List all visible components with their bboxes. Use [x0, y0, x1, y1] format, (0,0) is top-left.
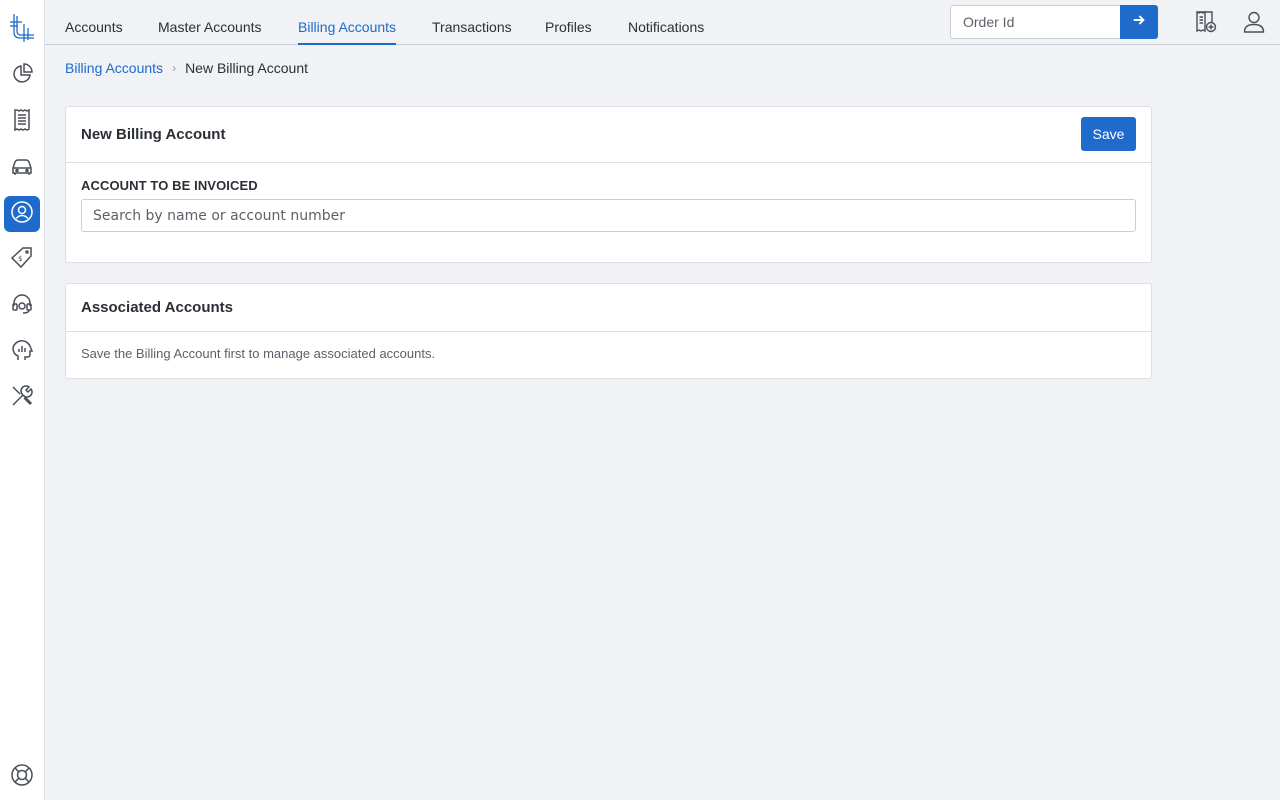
breadcrumb: Billing Accounts › New Billing Account	[65, 59, 308, 77]
sidebar: $	[0, 0, 45, 800]
account-to-be-invoiced-label: ACCOUNT TO BE INVOICED	[81, 178, 258, 193]
associated-accounts-note: Save the Billing Account first to manage…	[81, 346, 436, 361]
breadcrumb-billing-accounts-link[interactable]: Billing Accounts	[65, 60, 163, 76]
car-icon	[10, 154, 34, 183]
account-search-input[interactable]	[81, 199, 1136, 232]
sidebar-item-support[interactable]	[4, 288, 40, 324]
tab-billing-accounts[interactable]: Billing Accounts	[298, 0, 397, 45]
user-circle-icon	[10, 200, 34, 229]
breadcrumb-current: New Billing Account	[185, 60, 309, 76]
top-navigation: Accounts Master Accounts Billing Account…	[45, 0, 1280, 45]
sidebar-item-orders[interactable]	[4, 104, 40, 140]
tab-profiles[interactable]: Profiles	[545, 0, 592, 45]
app-logo-icon[interactable]	[8, 12, 36, 44]
lifebuoy-icon	[10, 763, 34, 792]
new-order-icon[interactable]	[1193, 10, 1217, 34]
tab-accounts[interactable]: Accounts	[65, 0, 123, 45]
save-button[interactable]: Save	[1081, 117, 1136, 151]
svg-text:$: $	[18, 255, 22, 263]
card-title: Associated Accounts	[81, 299, 233, 316]
headset-icon	[10, 292, 34, 321]
arrow-right-icon	[1132, 13, 1146, 32]
tab-master-accounts[interactable]: Master Accounts	[158, 0, 262, 45]
sidebar-item-vehicles[interactable]	[4, 150, 40, 186]
price-tag-icon: $	[10, 246, 34, 275]
card-header: Associated Accounts	[66, 284, 1151, 332]
sidebar-item-help[interactable]	[4, 759, 40, 795]
sidebar-item-pricing[interactable]: $	[4, 242, 40, 278]
chevron-right-icon: ›	[172, 61, 177, 75]
order-id-input[interactable]	[950, 5, 1121, 39]
receipt-icon	[10, 108, 34, 137]
associated-accounts-card: Associated Accounts Save the Billing Acc…	[65, 283, 1152, 379]
tab-notifications[interactable]: Notifications	[628, 0, 704, 45]
sidebar-item-settings[interactable]	[4, 380, 40, 416]
analytics-head-icon	[10, 338, 34, 367]
sidebar-item-accounts[interactable]	[4, 196, 40, 232]
card-title: New Billing Account	[81, 126, 226, 143]
user-profile-icon[interactable]	[1242, 10, 1266, 34]
sidebar-item-dashboard[interactable]	[4, 58, 40, 94]
card-header: New Billing Account Save	[66, 107, 1151, 163]
order-search-button[interactable]	[1120, 5, 1158, 39]
pie-chart-icon	[10, 62, 34, 91]
new-billing-account-card: New Billing Account Save ACCOUNT TO BE I…	[65, 106, 1152, 263]
tab-transactions[interactable]: Transactions	[432, 0, 512, 45]
sidebar-item-analytics[interactable]	[4, 334, 40, 370]
tools-icon	[10, 384, 34, 413]
